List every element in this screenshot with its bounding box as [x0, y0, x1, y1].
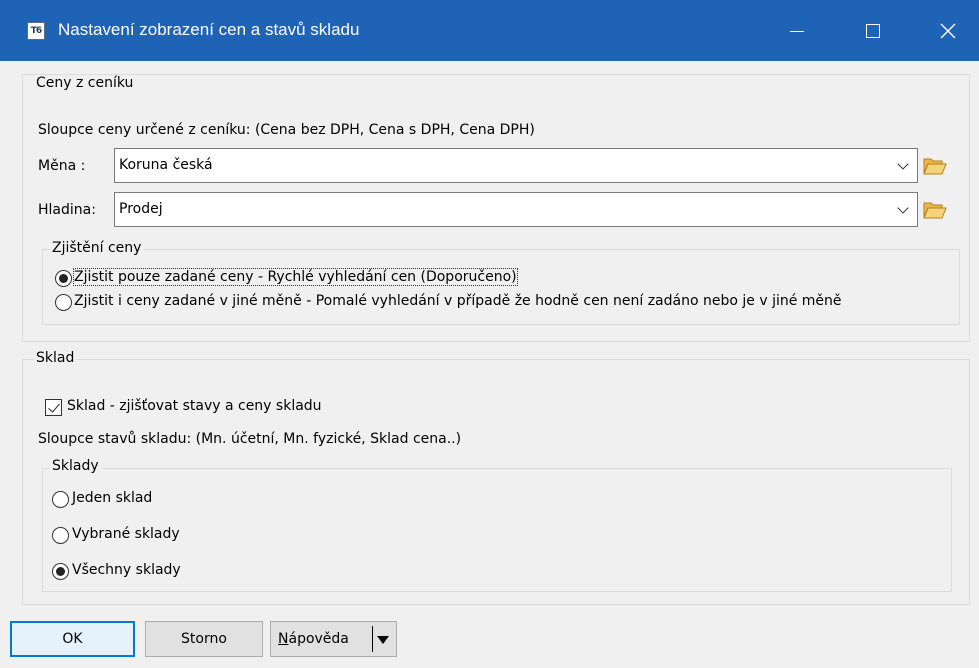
close-icon [940, 23, 956, 38]
minimize-button[interactable] [766, 0, 828, 61]
radio-one-warehouse[interactable] [52, 491, 69, 508]
radio-all-warehouses[interactable] [52, 563, 69, 580]
minimize-icon [790, 31, 804, 32]
dialog-content: Ceny z ceníku Sloupce ceny určené z cení… [14, 61, 979, 621]
stock-checkbox-label[interactable]: Sklad - zjišťovat stavy a ceny skladu [67, 398, 322, 414]
radio-other-currency-prices-label[interactable]: Zjistit i ceny zadané v jiné měně - Poma… [74, 293, 842, 309]
level-combo[interactable]: Prodej [114, 192, 918, 227]
app-icon: T6 [27, 22, 45, 40]
warehouses-group-label: Sklady [50, 458, 101, 474]
radio-all-warehouses-label[interactable]: Všechny sklady [72, 562, 181, 578]
currency-label: Měna : [38, 158, 86, 174]
help-split-button[interactable]: Nápověda [270, 621, 397, 657]
help-button-label[interactable]: Nápověda [278, 631, 349, 647]
window-title: Nastavení zobrazení cen a stavů skladu [58, 20, 360, 39]
stock-columns-text: Sloupce stavů skladu: (Mn. účetní, Mn. f… [38, 431, 462, 447]
stock-checkbox[interactable] [45, 399, 62, 416]
chevron-down-icon [897, 158, 909, 170]
folder-open-icon[interactable] [923, 156, 947, 176]
help-button-label-rest: ápověda [288, 631, 349, 647]
help-accel-char: N [278, 631, 289, 647]
stock-group-label: Sklad [34, 350, 77, 366]
button-bar: OK Storno Nápověda [0, 621, 979, 668]
prices-group-label: Ceny z ceníku [34, 75, 136, 91]
maximize-button[interactable] [842, 0, 904, 61]
cancel-button[interactable]: Storno [145, 621, 263, 657]
ok-button[interactable]: OK [10, 621, 135, 657]
caret-down-icon[interactable] [377, 636, 389, 644]
currency-combo[interactable]: Koruna česká [114, 148, 918, 183]
price-detection-group [42, 249, 960, 325]
price-columns-text: Sloupce ceny určené z ceníku: (Cena bez … [38, 122, 535, 138]
split-separator [372, 626, 373, 652]
currency-value: Koruna česká [119, 157, 213, 173]
radio-selected-warehouses[interactable] [52, 527, 69, 544]
radio-selected-warehouses-label[interactable]: Vybrané sklady [72, 526, 180, 542]
radio-other-currency-prices[interactable] [55, 294, 72, 311]
radio-only-given-prices-label[interactable]: Zjistit pouze zadané ceny - Rychlé vyhle… [73, 268, 518, 286]
maximize-icon [866, 23, 880, 38]
radio-one-warehouse-label[interactable]: Jeden sklad [72, 490, 152, 506]
close-button[interactable] [917, 0, 979, 61]
chevron-down-icon [897, 202, 909, 214]
price-detection-label: Zjištění ceny [50, 240, 144, 256]
title-bar[interactable]: T6 Nastavení zobrazení cen a stavů sklad… [0, 0, 979, 61]
folder-open-icon[interactable] [923, 200, 947, 220]
radio-only-given-prices[interactable] [55, 270, 72, 287]
level-value: Prodej [119, 201, 163, 217]
level-label: Hladina: [38, 202, 96, 218]
